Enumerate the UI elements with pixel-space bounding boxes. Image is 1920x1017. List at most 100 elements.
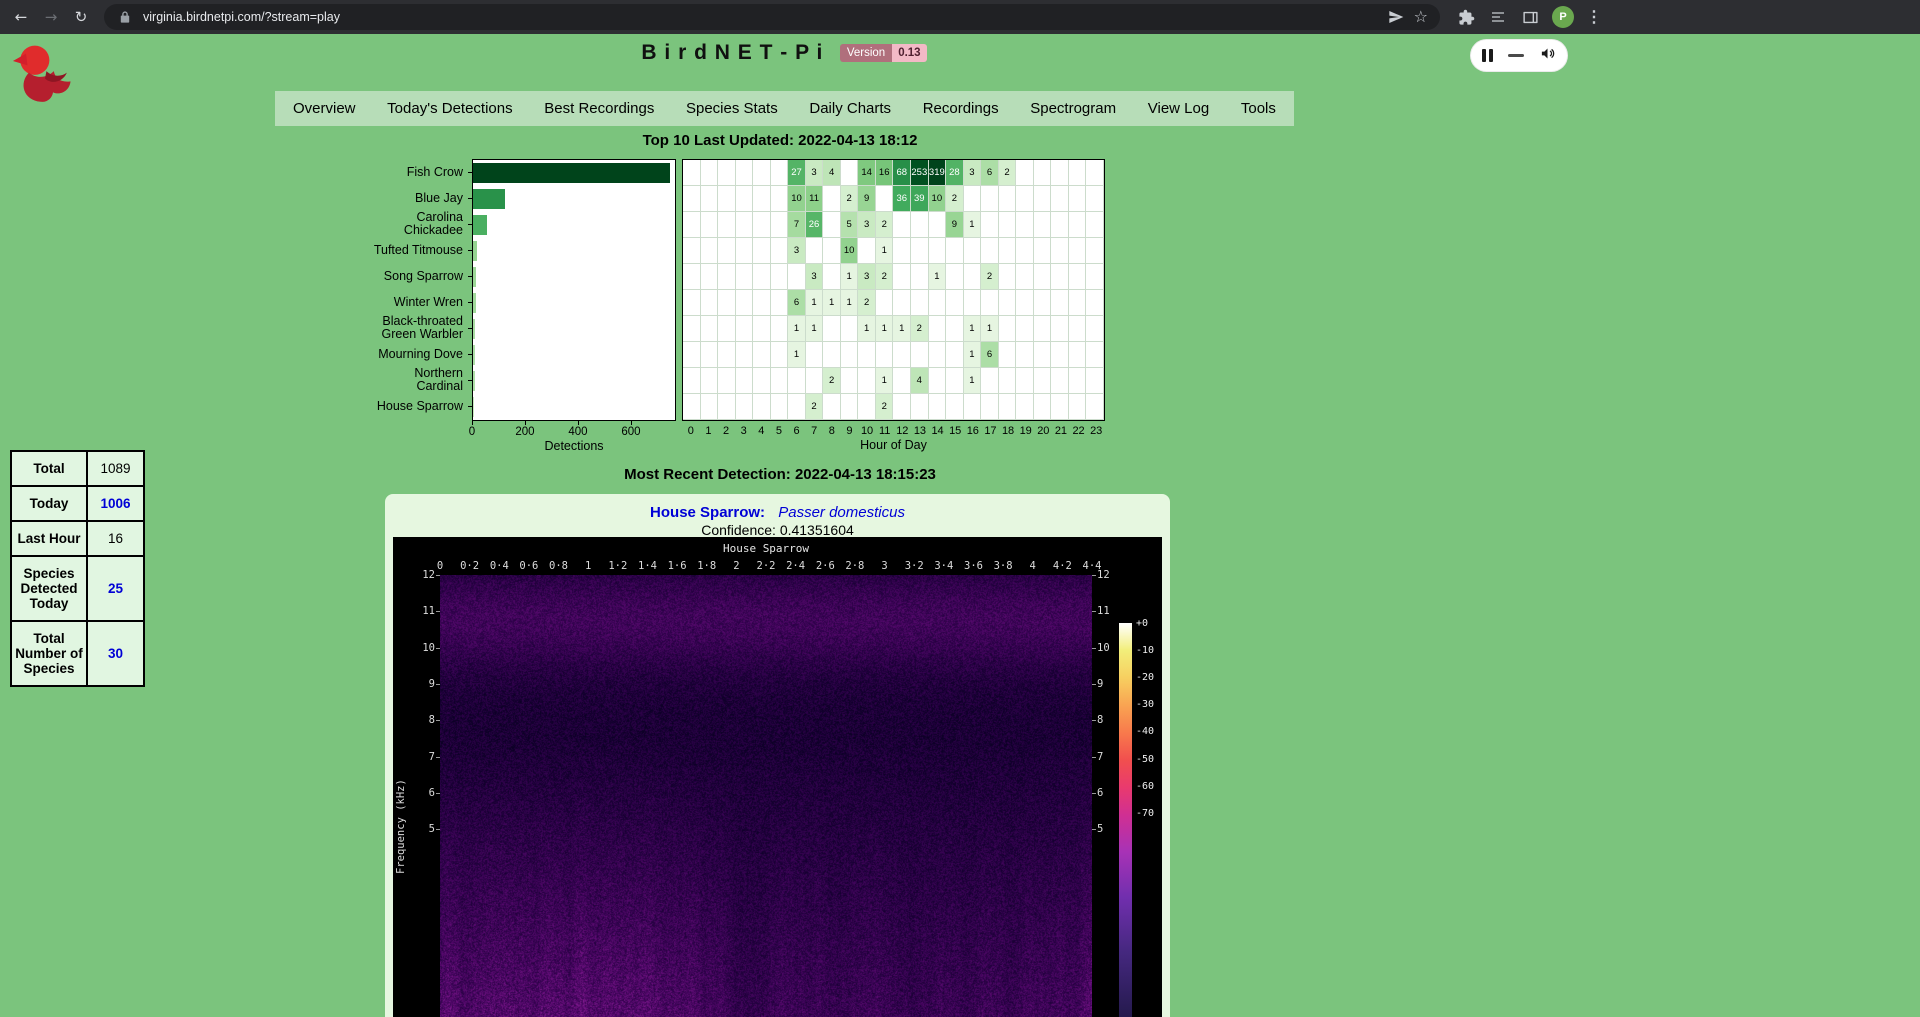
hour-tick-label: 22 [1070, 425, 1088, 437]
spectrogram-time-tick: 3·8 [994, 560, 1013, 572]
heatmap-cell [1051, 160, 1069, 186]
heatmap-cell [1034, 316, 1052, 342]
spectrogram-time-tick: 3·4 [934, 560, 953, 572]
species-axis-label: Black-throated Green Warbler [240, 315, 472, 341]
profile-avatar[interactable]: P [1552, 6, 1574, 28]
heatmap-cell [841, 316, 859, 342]
heatmap-cell [823, 316, 841, 342]
heatmap-cell [1016, 186, 1034, 212]
heatmap-cell [718, 368, 736, 394]
heatmap-cell [701, 316, 719, 342]
heatmap-cell [1034, 368, 1052, 394]
heatmap-cell: 9 [858, 186, 876, 212]
heatmap-cell [999, 394, 1017, 420]
heatmap-cell [1034, 394, 1052, 420]
detection-scientific-name-link[interactable]: Passer domesticus [778, 504, 905, 521]
heatmap-cell [736, 186, 754, 212]
heatmap-cell [964, 290, 982, 316]
spectrogram-time-tick: 3·2 [905, 560, 924, 572]
site-security-lock-icon[interactable] [116, 8, 134, 26]
heatmap-cell: 2 [981, 264, 999, 290]
browser-back-button[interactable]: ← [8, 4, 34, 30]
hour-tick-label: 12 [894, 425, 912, 437]
heatmap-cell [964, 238, 982, 264]
spectrogram-time-tick: 1·4 [638, 560, 657, 572]
heatmap-cell [999, 212, 1017, 238]
spectrogram-time-tick: 2·8 [845, 560, 864, 572]
top10-heading-label: Top 10 Last Updated: [643, 132, 794, 149]
heatmap-cell [1051, 316, 1069, 342]
browser-forward-button[interactable]: → [38, 4, 64, 30]
side-panel-icon[interactable] [1520, 7, 1540, 27]
species-axis-label: Winter Wren [240, 289, 472, 315]
heatmap-cell [701, 394, 719, 420]
hour-tick-label: 6 [788, 425, 806, 437]
heatmap-cell [1051, 264, 1069, 290]
heatmap-cell [964, 186, 982, 212]
live-stream-audio-player[interactable] [1470, 39, 1568, 72]
browser-reload-button[interactable]: ↻ [68, 4, 94, 30]
stat-value-link[interactable]: 25 [108, 581, 123, 596]
nav-item-today-s-detections[interactable]: Today's Detections [387, 100, 512, 117]
nav-item-overview[interactable]: Overview [293, 100, 356, 117]
nav-item-tools[interactable]: Tools [1241, 100, 1276, 117]
bar-row [473, 186, 675, 212]
bar-row [473, 238, 675, 264]
heatmap-cell [946, 316, 964, 342]
heatmap-cell [771, 212, 789, 238]
nav-item-recordings[interactable]: Recordings [923, 100, 999, 117]
heatmap-cell: 14 [858, 160, 876, 186]
hour-tick-label: 16 [964, 425, 982, 437]
heatmap-cell [964, 394, 982, 420]
hour-tick-label: 11 [876, 425, 894, 437]
heatmap-cell: 2 [876, 264, 894, 290]
recent-detection-heading: Most Recent Detection: 2022-04-13 18:15:… [0, 466, 1560, 483]
nav-item-spectrogram[interactable]: Spectrogram [1030, 100, 1116, 117]
heatmap-cell [736, 368, 754, 394]
heatmap-cell [806, 342, 824, 368]
pause-icon[interactable] [1482, 49, 1493, 62]
detections-bar [473, 319, 475, 339]
heatmap-cell [701, 160, 719, 186]
nav-item-best-recordings[interactable]: Best Recordings [544, 100, 654, 117]
colorbar-tick-label: -20 [1136, 672, 1154, 683]
nav-item-species-stats[interactable]: Species Stats [686, 100, 778, 117]
spectrogram-freq-tick: 7 [408, 751, 435, 763]
send-to-device-icon[interactable] [1387, 8, 1405, 26]
spectrogram-time-tick: 0·2 [460, 560, 479, 572]
stat-label: Total Number of Species [11, 621, 87, 686]
heatmap-cell [753, 316, 771, 342]
heatmap-cell [876, 186, 894, 212]
heatmap-cell [753, 238, 771, 264]
heatmap-cell [1034, 212, 1052, 238]
nav-item-view-log[interactable]: View Log [1148, 100, 1209, 117]
heatmap-cell [701, 368, 719, 394]
stat-value-link[interactable]: 1006 [100, 496, 130, 511]
extensions-puzzle-icon[interactable] [1456, 7, 1476, 27]
stat-value: 25 [87, 556, 144, 621]
heatmap-cell: 4 [823, 160, 841, 186]
heatmap-cell [999, 186, 1017, 212]
heatmap-cell [893, 238, 911, 264]
reading-list-icon[interactable] [1488, 7, 1508, 27]
browser-menu-icon[interactable]: ⋮ [1586, 7, 1602, 27]
heatmap-cell [753, 264, 771, 290]
address-bar[interactable]: virginia.birdnetpi.com/?stream=play ☆ [104, 4, 1440, 30]
stat-value: 16 [87, 521, 144, 556]
stat-value-link[interactable]: 30 [108, 646, 123, 661]
seek-slider[interactable] [1508, 54, 1524, 58]
hour-tick-label: 20 [1035, 425, 1053, 437]
nav-item-daily-charts[interactable]: Daily Charts [809, 100, 891, 117]
heatmap-cell [701, 238, 719, 264]
bookmark-star-icon[interactable]: ☆ [1414, 8, 1428, 26]
bar-chart-x-axis: 0200400600 [472, 422, 676, 440]
heatmap-cell [823, 394, 841, 420]
heatmap-cell: 2 [841, 186, 859, 212]
detection-common-name-link[interactable]: House Sparrow: [650, 504, 765, 521]
heatmap-cell [823, 238, 841, 264]
volume-icon[interactable] [1539, 46, 1556, 66]
heatmap-x-label: Hour of Day [682, 438, 1105, 452]
spectrogram-time-tick: 2·6 [816, 560, 835, 572]
heatmap-cell [823, 186, 841, 212]
spectrogram-time-tick: 0·8 [549, 560, 568, 572]
